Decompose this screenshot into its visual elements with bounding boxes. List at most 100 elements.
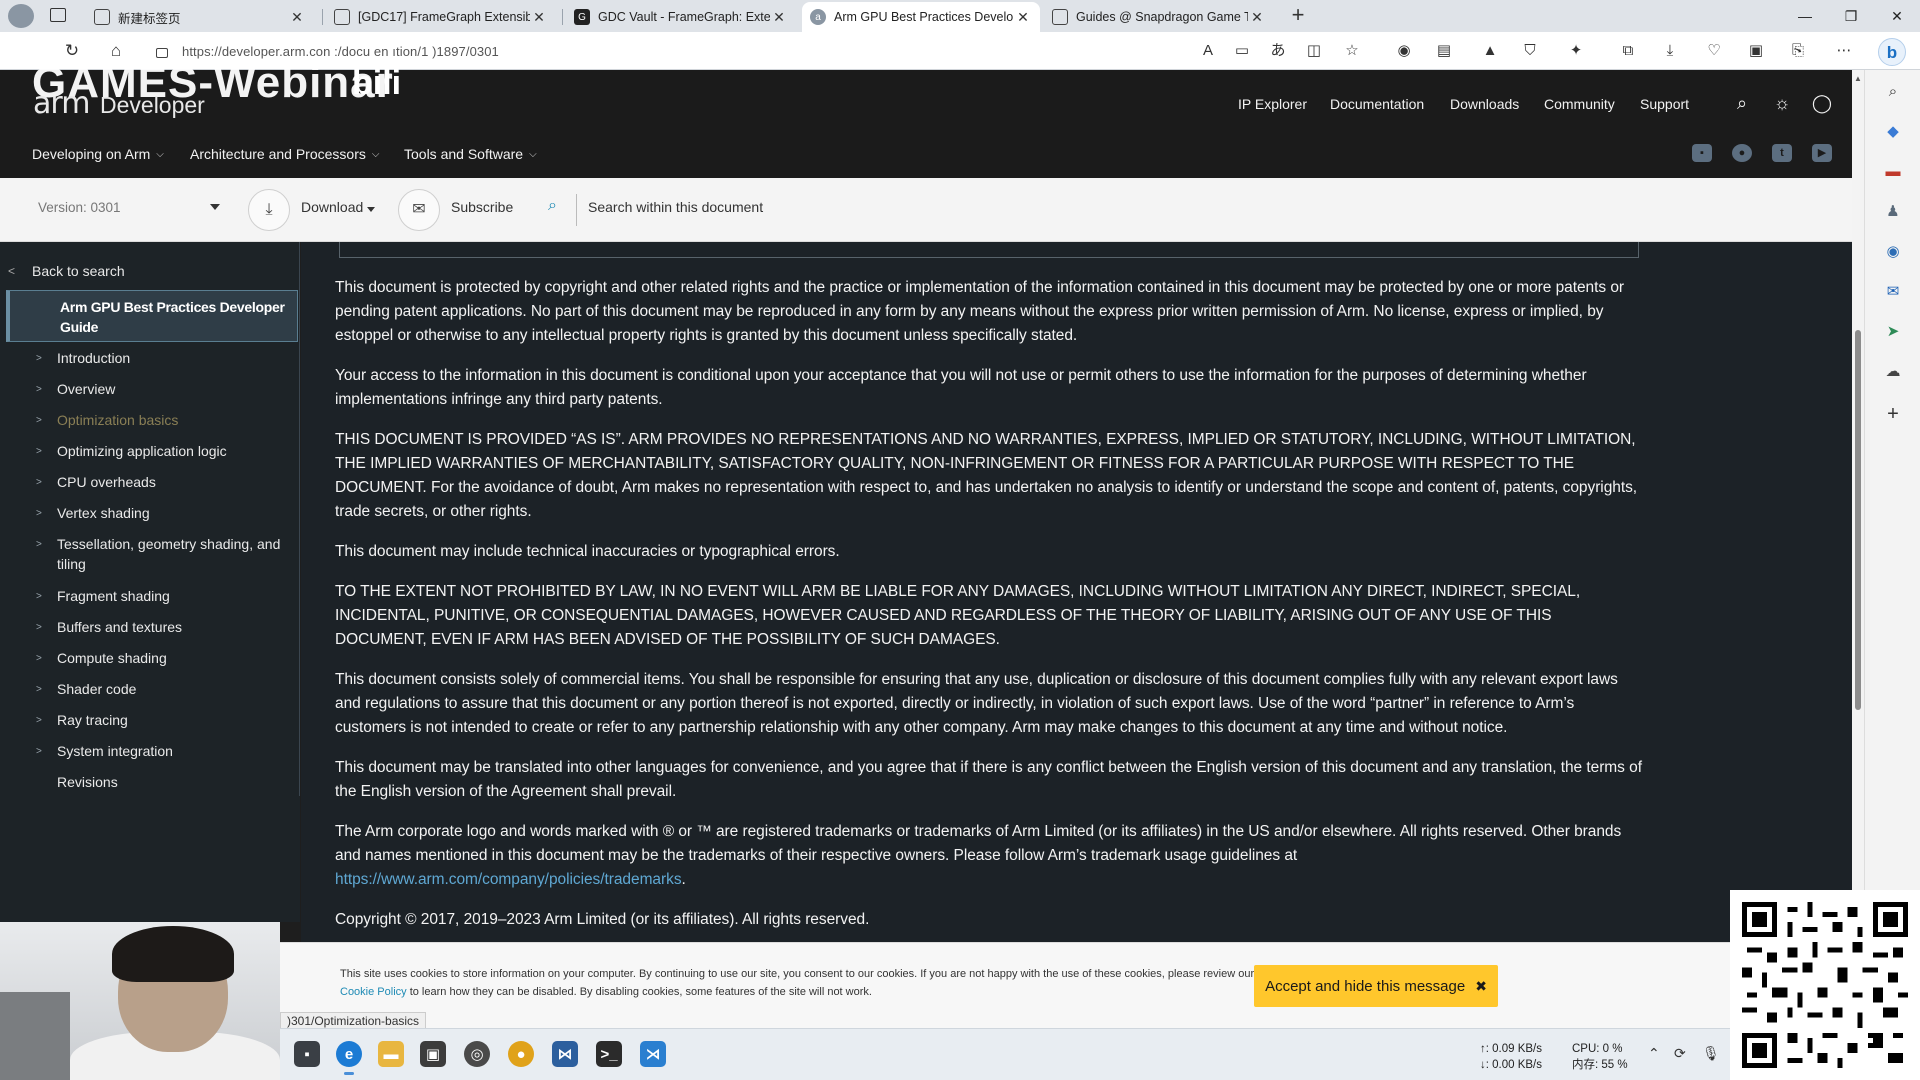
toc-current-guide[interactable]: Arm GPU Best Practices Developer Guide	[6, 290, 298, 342]
developer-label[interactable]: Developer	[100, 92, 205, 119]
accept-cookies-button[interactable]: Accept and hide this message ✖	[1254, 965, 1498, 1007]
close-tab-icon[interactable]: ✕	[770, 9, 788, 26]
edge-browser-icon[interactable]: e	[336, 1041, 362, 1075]
tab-gdc-vault[interactable]: G GDC Vault - FrameGraph: Extens ✕	[566, 2, 796, 32]
send-icon[interactable]: ➤	[1883, 322, 1903, 342]
nav-downloads[interactable]: Downloads	[1450, 96, 1519, 112]
nav-tools-software[interactable]: Tools and Software ⌵	[404, 146, 537, 162]
cookie-text-after: to learn how they can be disabled. By di…	[409, 986, 872, 998]
add-sidebar-app-icon[interactable]: +	[1883, 404, 1903, 424]
immersive-reader-icon[interactable]: ▭	[1232, 42, 1252, 60]
subscribe-button[interactable]: Subscribe	[451, 199, 513, 215]
extension-icon[interactable]: ◉	[1394, 42, 1414, 60]
paragraph-inaccuracies: This document may include technical inac…	[335, 543, 840, 560]
download-icon[interactable]: ⤓	[248, 189, 290, 231]
search-icon[interactable]: ⌕	[1883, 82, 1903, 102]
trademark-link[interactable]: https://www.arm.com/company/policies/tra…	[335, 871, 682, 888]
nav-community[interactable]: Community	[1544, 96, 1615, 112]
tab-title: [GDC17] FrameGraph Extensible	[358, 10, 530, 24]
gdc-icon: G	[574, 9, 590, 25]
shield-icon[interactable]: ⛉	[1520, 42, 1540, 60]
cookie-policy-link[interactable]: Cookie Policy	[340, 986, 407, 998]
trademark-link-period: .	[681, 871, 686, 888]
games-icon[interactable]: ♟	[1883, 202, 1903, 222]
profile-avatar[interactable]	[8, 4, 34, 28]
chevron-down-icon: ⌵	[529, 148, 537, 160]
drop-icon[interactable]: ☁	[1883, 362, 1903, 382]
new-tab-button[interactable]: +	[1286, 4, 1310, 28]
read-aloud-icon[interactable]: A	[1198, 42, 1218, 60]
new-tab-icon	[94, 9, 110, 25]
nav-support[interactable]: Support	[1640, 96, 1689, 112]
version-select[interactable]: Version: 0301	[38, 200, 220, 215]
nav-developing-on-arm[interactable]: Developing on Arm ⌵	[32, 146, 164, 162]
restore-button[interactable]: ❐	[1828, 0, 1874, 32]
split-screen-icon[interactable]: ◫	[1304, 42, 1324, 60]
minimize-button[interactable]: —	[1782, 0, 1828, 32]
microphone-icon[interactable]: 🎙	[1702, 1045, 1720, 1062]
close-tab-icon[interactable]: ✕	[530, 9, 548, 26]
more-menu-icon[interactable]: ⋯	[1834, 42, 1854, 60]
github-icon[interactable]: ●	[1732, 144, 1752, 162]
downloads-icon[interactable]: ⤓	[1660, 42, 1680, 60]
collections-icon[interactable]: ⧉	[1618, 42, 1638, 60]
taskbar-app-icon[interactable]: ▪	[294, 1041, 320, 1067]
terminal-icon[interactable]: >_	[596, 1041, 622, 1067]
scroll-up-icon[interactable]: ▲	[1854, 74, 1862, 83]
forum-icon[interactable]: ▪	[1692, 144, 1712, 162]
download-button[interactable]: Download	[301, 199, 363, 215]
taskbar-app-icon[interactable]: ●	[508, 1041, 534, 1067]
nav-documentation[interactable]: Documentation	[1330, 96, 1424, 112]
tab-gdc17-framegraph[interactable]: [GDC17] FrameGraph Extensible ✕	[326, 2, 556, 32]
scrollbar-thumb[interactable]	[1855, 330, 1861, 710]
taskbar-app-icon[interactable]: ▣	[420, 1041, 446, 1067]
twitter-icon[interactable]: t	[1772, 144, 1792, 162]
microsoft-365-icon[interactable]: ◉	[1883, 242, 1903, 262]
shopping-tag-icon[interactable]: ◆	[1883, 122, 1903, 142]
subscribe-icon[interactable]: ✉	[398, 189, 440, 231]
arm-logo[interactable]: arm	[33, 86, 90, 121]
close-tab-icon[interactable]: ✕	[1248, 9, 1266, 26]
sync-icon[interactable]: ⟳	[1674, 1045, 1686, 1062]
tab-new-tab[interactable]: 新建标签页 ✕	[86, 2, 314, 32]
search-icon[interactable]: ⌕	[1731, 92, 1753, 114]
user-icon[interactable]: ◯	[1811, 92, 1833, 114]
tab-snapdragon-guides[interactable]: Guides @ Snapdragon Game To ✕	[1044, 2, 1274, 32]
obs-icon[interactable]: ◎	[464, 1041, 490, 1067]
cookie-text-before: This site uses cookies to store informat…	[340, 968, 1255, 980]
browser-essentials-icon[interactable]: ♡	[1704, 42, 1724, 60]
translate-icon[interactable]: あ	[1268, 42, 1288, 60]
vscode-icon[interactable]: ⋊	[640, 1041, 666, 1067]
webcam-overlay	[0, 922, 280, 1080]
share-icon[interactable]: ⎘	[1788, 42, 1808, 60]
windows-taskbar: ▪ e ▬ ▣ ◎ ● ⋈ >_ ⋊ ↑: 0.09 KB/s ↓: 0.00 …	[280, 1028, 1730, 1080]
close-tab-icon[interactable]: ✕	[288, 9, 306, 26]
lightbulb-icon[interactable]: ☼	[1771, 92, 1793, 114]
search-document-input[interactable]: Search within this document	[588, 199, 763, 215]
youtube-icon[interactable]: ▶	[1812, 144, 1832, 162]
favorite-star-icon[interactable]: ☆	[1342, 42, 1362, 60]
toolbox-icon[interactable]: ▬	[1883, 162, 1903, 182]
extensions-puzzle-icon[interactable]: ✦	[1566, 42, 1586, 60]
close-window-button[interactable]: ✕	[1874, 0, 1920, 32]
tab-actions-icon[interactable]	[50, 8, 66, 22]
copilot-icon[interactable]: b	[1878, 38, 1906, 66]
close-tab-icon[interactable]: ✕	[1014, 9, 1032, 26]
accept-label: Accept and hide this message	[1265, 977, 1466, 995]
page-icon	[334, 9, 350, 25]
tab-arm-gpu-best-practices[interactable]: a Arm GPU Best Practices Develop ✕	[802, 2, 1040, 32]
chevron-down-icon: ⌵	[156, 148, 164, 160]
file-explorer-icon[interactable]: ▬	[378, 1041, 404, 1067]
extension-bird-icon[interactable]: ▲	[1480, 42, 1500, 60]
screenshot-icon[interactable]: ▣	[1746, 42, 1766, 60]
nav-architecture-processors[interactable]: Architecture and Processors ⌵	[190, 146, 379, 162]
chevron-up-icon[interactable]: ⌃	[1648, 1045, 1660, 1062]
nav-ip-explorer[interactable]: IP Explorer	[1238, 96, 1307, 112]
bilibili-logo: bili	[352, 64, 402, 102]
extension-new-icon[interactable]: ▤	[1434, 42, 1454, 60]
visual-studio-icon[interactable]: ⋈	[552, 1041, 578, 1067]
paragraph-trademarks: The Arm corporate logo and words marked …	[335, 820, 1645, 892]
back-to-search-link[interactable]: < Back to search	[8, 256, 298, 286]
outlook-icon[interactable]: ✉	[1883, 282, 1903, 302]
caret-down-icon[interactable]	[367, 207, 375, 212]
